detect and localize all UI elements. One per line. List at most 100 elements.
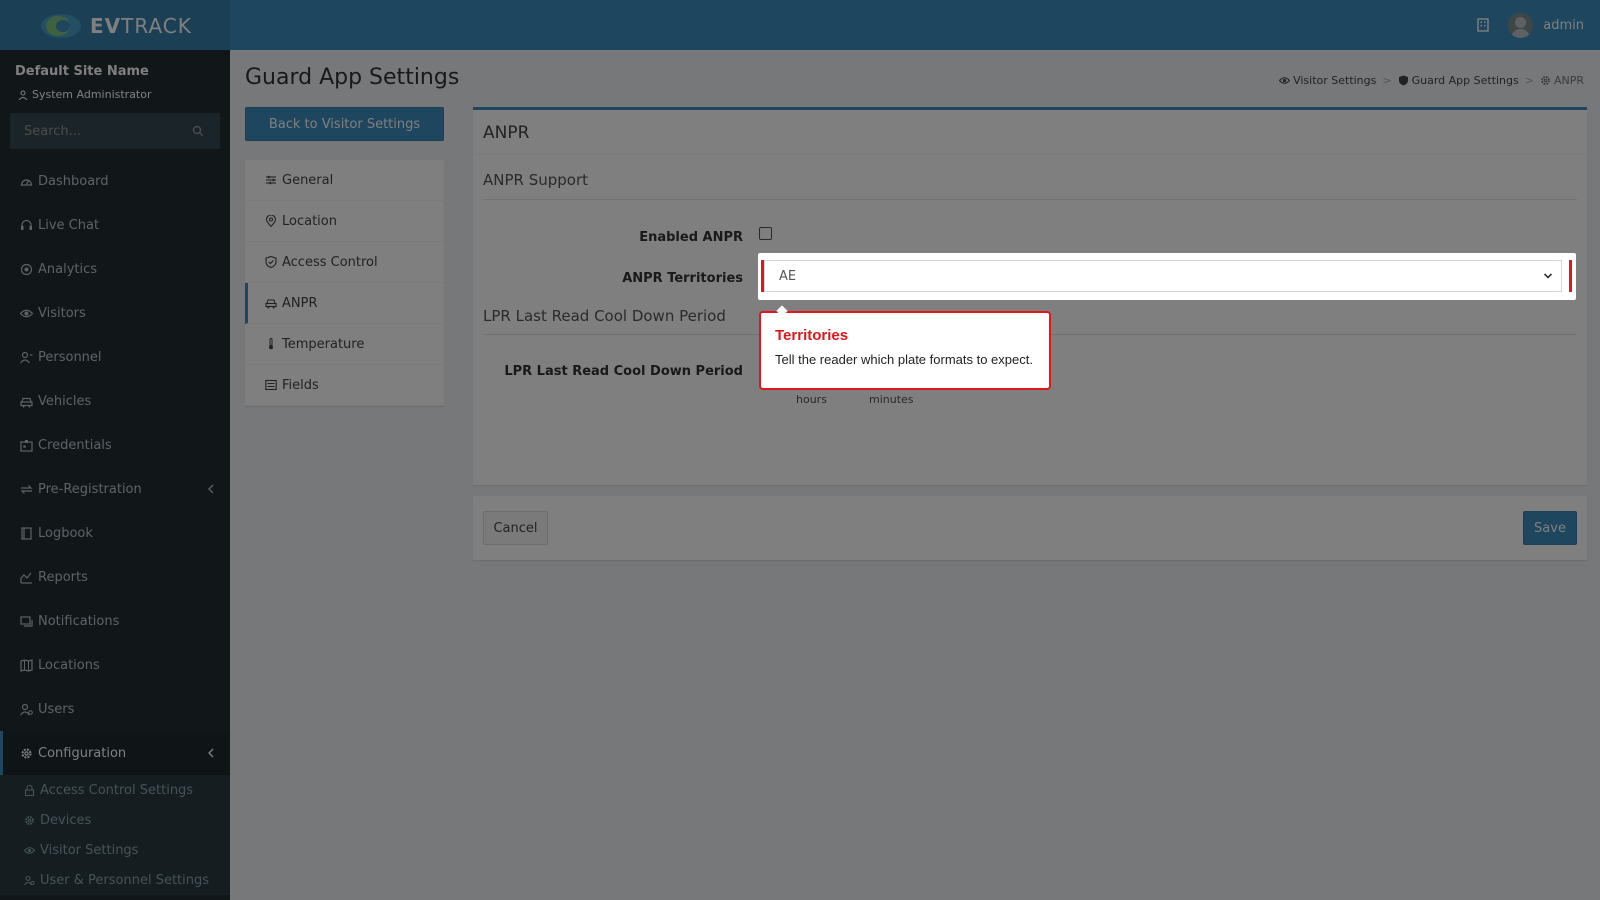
search-input[interactable] xyxy=(10,113,190,149)
hours-unit-label: hours xyxy=(796,393,827,406)
logo-icon xyxy=(41,14,81,38)
breadcrumb-visitor-settings[interactable]: Visitor Settings xyxy=(1279,74,1376,87)
territories-selected-value: AE xyxy=(779,268,797,284)
enabled-anpr-label: Enabled ANPR xyxy=(639,230,743,245)
shield-icon xyxy=(264,255,278,269)
sidebar-item-notifications[interactable]: Notifications xyxy=(0,599,230,643)
back-to-visitor-settings-button[interactable]: Back to Visitor Settings xyxy=(245,107,444,141)
sidebar-item-reports[interactable]: Reports xyxy=(0,555,230,599)
highlight-marker xyxy=(1569,260,1572,292)
breadcrumb: Visitor Settings > Guard App Settings > … xyxy=(1279,74,1584,87)
divider xyxy=(473,154,1587,155)
id-card-icon xyxy=(18,437,34,453)
sidebar-item-vehicles[interactable]: Vehicles xyxy=(0,379,230,423)
settings-menu-location[interactable]: Location xyxy=(245,201,444,242)
sidebar-nav: Dashboard Live Chat Analytics Visitors P… xyxy=(0,159,230,895)
user-role: System Administrator xyxy=(18,88,152,101)
sidebar-item-locations[interactable]: Locations xyxy=(0,643,230,687)
page-title: Guard App Settings xyxy=(245,65,460,90)
avatar xyxy=(1508,12,1534,38)
notifications-icon xyxy=(18,613,34,629)
sidebar-item-credentials[interactable]: Credentials xyxy=(0,423,230,467)
book-icon xyxy=(18,525,34,541)
eye-icon xyxy=(22,843,36,857)
user-icon xyxy=(18,90,28,100)
top-navbar: EVTRACK admin xyxy=(0,0,1600,50)
gear-icon xyxy=(18,745,34,761)
tour-highlight-territories: AE xyxy=(758,253,1576,300)
user-name: admin xyxy=(1543,17,1584,33)
sidebar-subitem-access-control-settings[interactable]: Access Control Settings xyxy=(0,775,230,805)
anpr-territories-label: ANPR Territories xyxy=(622,271,743,286)
thermometer-icon xyxy=(264,337,278,351)
users-icon xyxy=(22,873,36,887)
enabled-anpr-checkbox[interactable] xyxy=(759,227,772,240)
sidebar-item-visitors[interactable]: Visitors xyxy=(0,291,230,335)
sidebar-item-logbook[interactable]: Logbook xyxy=(0,511,230,555)
settings-menu-general[interactable]: General xyxy=(245,160,444,201)
cog-icon xyxy=(22,813,36,827)
tooltip-title: Territories xyxy=(775,327,849,344)
breadcrumb-separator: > xyxy=(1382,74,1392,87)
settings-menu: General Location Access Control ANPR Tem… xyxy=(245,160,444,406)
shield-icon xyxy=(1398,75,1408,86)
section-title-cooldown: LPR Last Read Cool Down Period xyxy=(483,307,726,325)
main-content: Guard App Settings Visitor Settings > Gu… xyxy=(230,50,1600,900)
sidebar-item-configuration[interactable]: Configuration xyxy=(0,731,230,775)
chevron-left-icon xyxy=(208,484,214,494)
sidebar-subitem-visitor-settings[interactable]: Visitor Settings xyxy=(0,835,230,865)
chevron-left-icon xyxy=(208,748,214,758)
eye-icon xyxy=(18,305,34,321)
sidebar-item-live-chat[interactable]: Live Chat xyxy=(0,203,230,247)
box-title: ANPR xyxy=(483,123,530,143)
settings-menu-fields[interactable]: Fields xyxy=(245,365,444,406)
sidebar-item-analytics[interactable]: Analytics xyxy=(0,247,230,291)
settings-menu-access-control[interactable]: Access Control xyxy=(245,242,444,283)
breadcrumb-anpr: ANPR xyxy=(1540,74,1584,87)
personnel-icon xyxy=(18,349,34,365)
breadcrumb-separator: > xyxy=(1524,74,1534,87)
tour-tooltip[interactable]: Territories Tell the reader which plate … xyxy=(759,305,1051,390)
site-name: Default Site Name xyxy=(15,64,149,79)
location-pin-icon xyxy=(264,214,278,228)
settings-menu-anpr[interactable]: ANPR xyxy=(245,283,444,324)
dashboard-icon xyxy=(18,173,34,189)
search-icon[interactable] xyxy=(192,125,204,137)
logo-area[interactable]: EVTRACK xyxy=(0,0,230,50)
cancel-button[interactable]: Cancel xyxy=(483,511,548,545)
fields-icon xyxy=(264,378,278,392)
chevron-down-icon xyxy=(1543,273,1553,279)
breadcrumb-guard-app-settings[interactable]: Guard App Settings xyxy=(1398,74,1519,87)
sidebar: Default Site Name System Administrator D… xyxy=(0,50,230,900)
reports-icon xyxy=(18,569,34,585)
sidebar-subitem-user-personnel-settings[interactable]: User & Personnel Settings xyxy=(0,865,230,895)
car-icon xyxy=(264,296,278,310)
minutes-unit-label: minutes xyxy=(869,393,914,406)
sidebar-item-users[interactable]: Users xyxy=(0,687,230,731)
headset-icon xyxy=(18,217,34,233)
analytics-icon xyxy=(18,261,34,277)
logo-text: EVTRACK xyxy=(90,14,192,38)
anpr-territories-select[interactable]: AE xyxy=(764,260,1562,292)
sidebar-search xyxy=(10,113,220,149)
lock-icon xyxy=(22,783,36,797)
sidebar-subitem-devices[interactable]: Devices xyxy=(0,805,230,835)
gear-icon xyxy=(1541,76,1550,85)
configuration-submenu: Access Control Settings Devices Visitor … xyxy=(0,775,230,895)
car-icon xyxy=(18,393,34,409)
user-menu[interactable]: admin xyxy=(1508,12,1584,38)
sliders-icon xyxy=(264,173,278,187)
sidebar-item-pre-registration[interactable]: Pre-Registration xyxy=(0,467,230,511)
save-button[interactable]: Save xyxy=(1523,511,1577,545)
building-icon[interactable] xyxy=(1476,18,1490,32)
sidebar-item-dashboard[interactable]: Dashboard xyxy=(0,159,230,203)
sidebar-item-personnel[interactable]: Personnel xyxy=(0,335,230,379)
cooldown-label: LPR Last Read Cool Down Period xyxy=(504,364,743,379)
divider xyxy=(483,199,1577,200)
settings-menu-temperature[interactable]: Temperature xyxy=(245,324,444,365)
section-title-anpr-support: ANPR Support xyxy=(483,171,589,189)
form-footer: Cancel Save xyxy=(473,496,1587,560)
users-icon xyxy=(18,701,34,717)
eye-icon xyxy=(1279,77,1291,84)
exchange-icon xyxy=(18,481,34,497)
